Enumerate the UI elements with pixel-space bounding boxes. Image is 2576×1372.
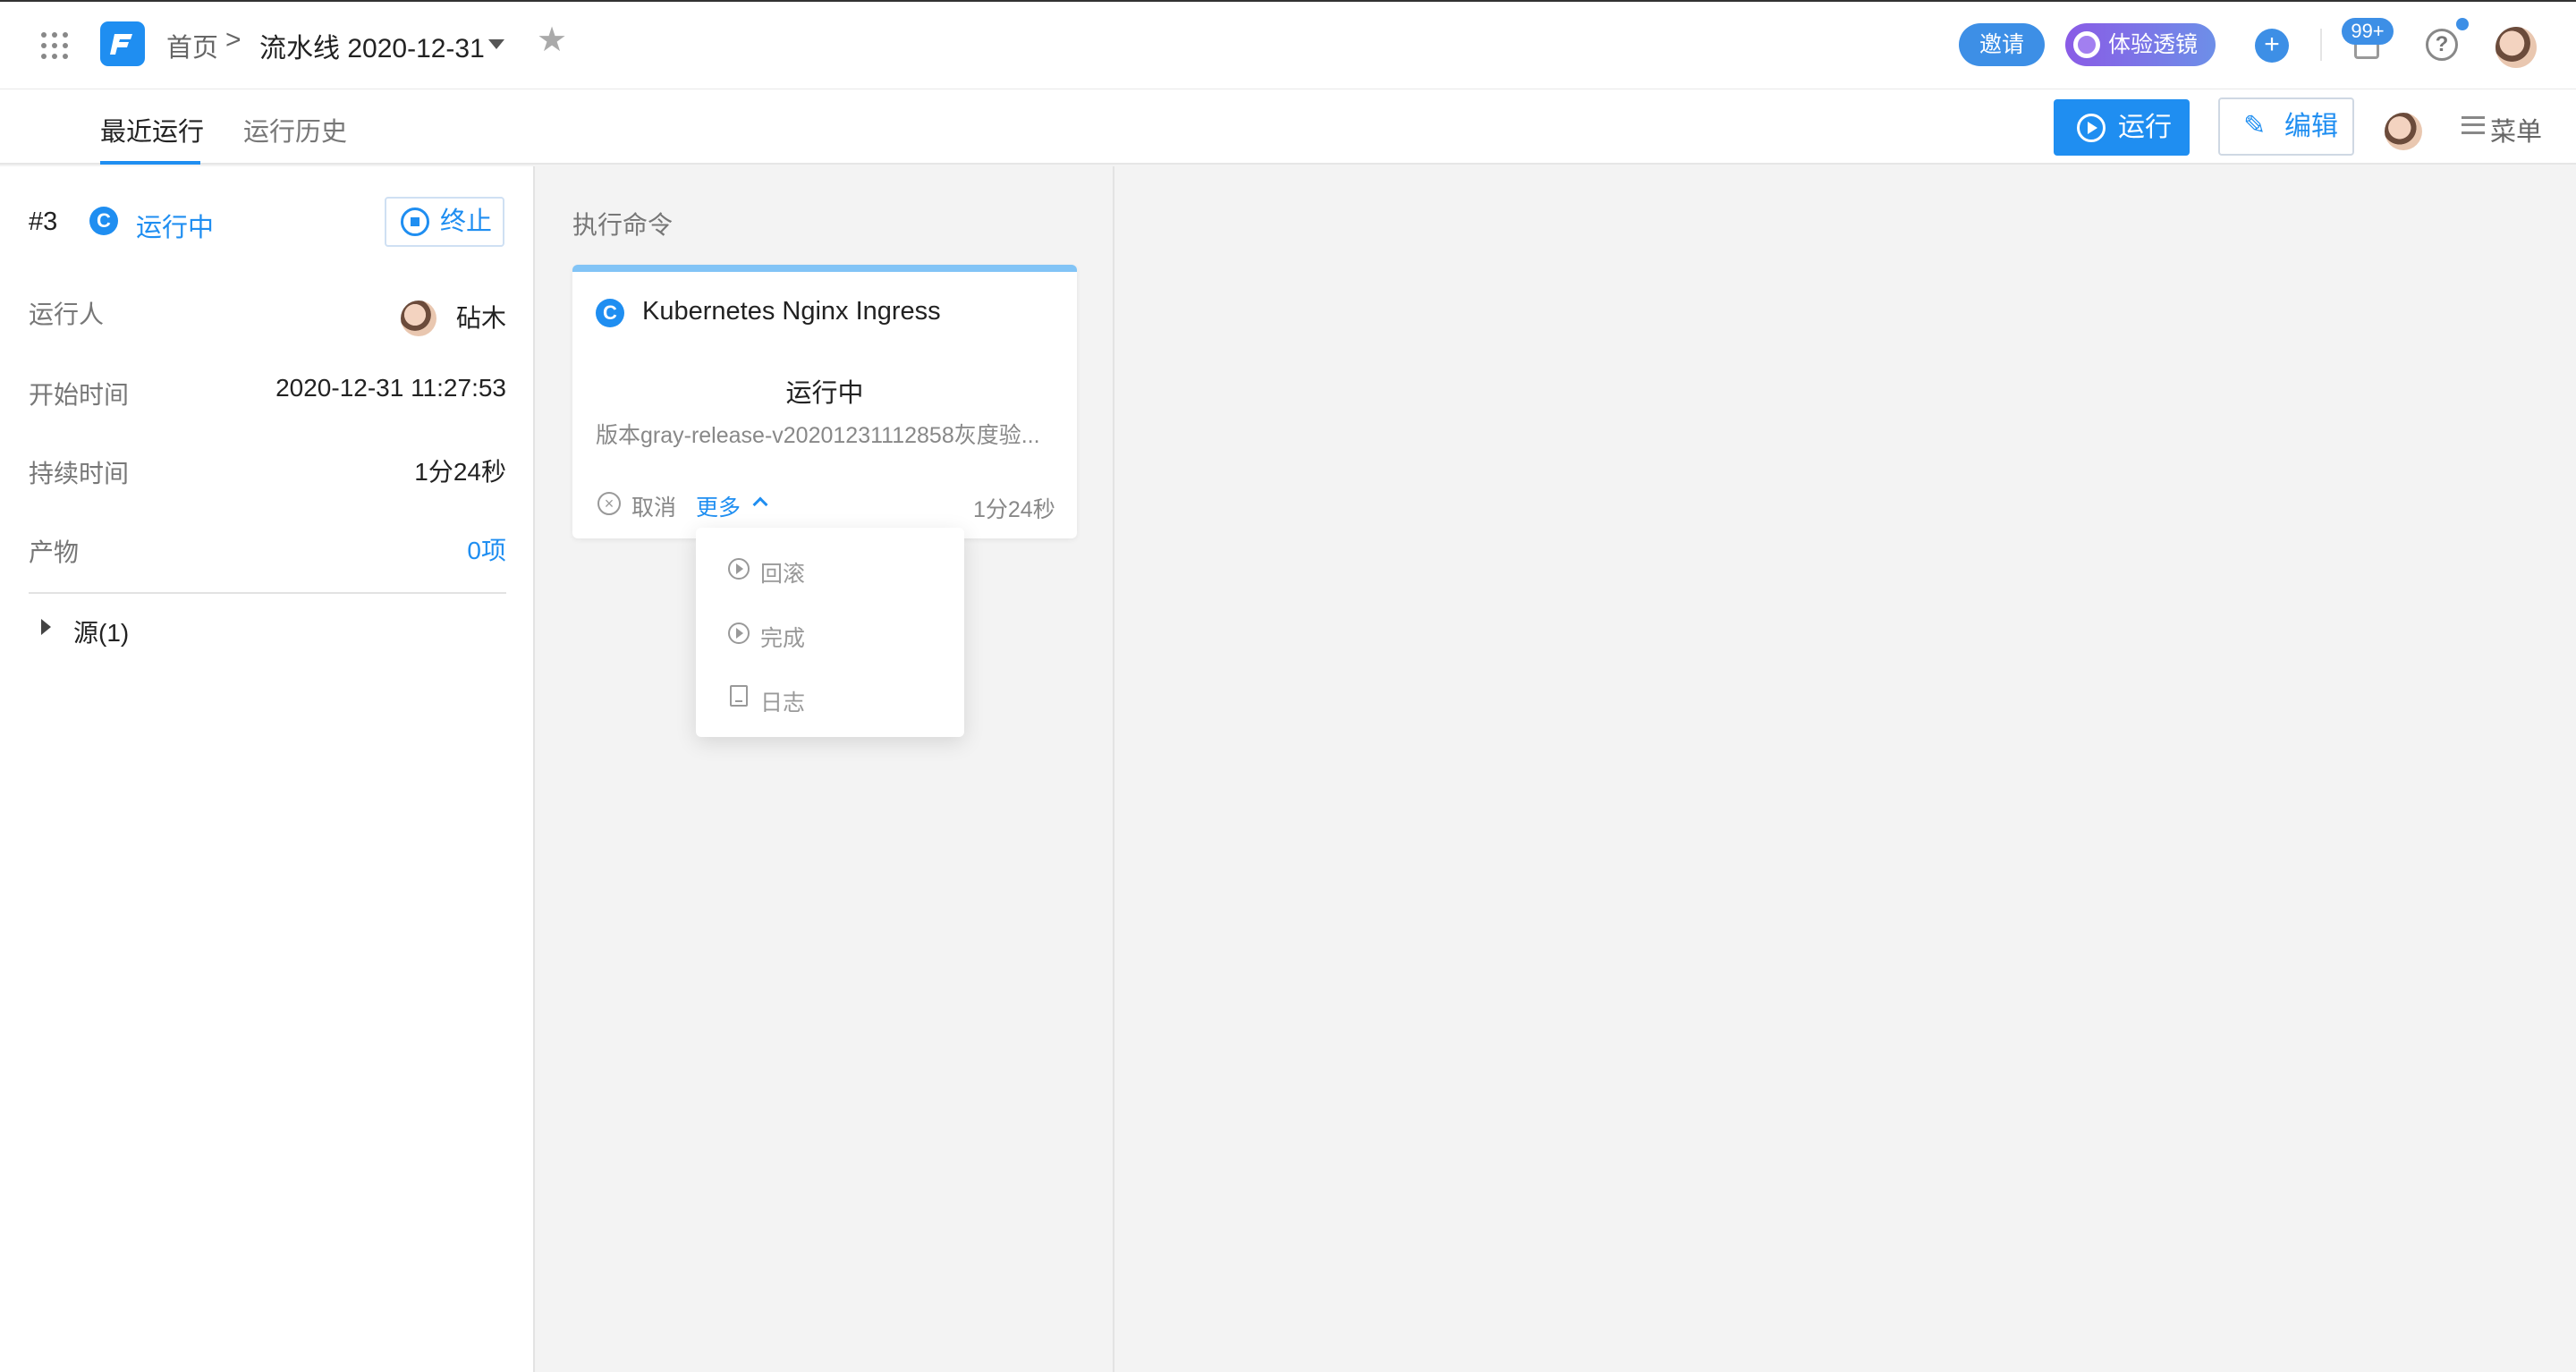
complete-menu-item[interactable]: 完成: [760, 621, 805, 653]
edit-button[interactable]: 编辑: [2218, 97, 2354, 156]
play-circle-icon: [728, 622, 750, 644]
run-info-panel: [0, 166, 535, 1372]
lens-icon: [2073, 31, 2100, 58]
divider: [2320, 29, 2322, 61]
run-status: 运行中: [136, 214, 215, 242]
tab-run-history[interactable]: 运行历史: [243, 111, 347, 148]
start-time-label: 开始时间: [29, 381, 130, 409]
start-time-value: 2020-12-31 11:27:53: [275, 374, 506, 402]
runner-label: 运行人: [29, 301, 105, 328]
breadcrumb-home[interactable]: 首页: [166, 27, 218, 64]
book-icon: [730, 685, 748, 707]
cancel-button[interactable]: 取消: [631, 490, 676, 522]
cancel-icon[interactable]: ×: [597, 492, 621, 515]
help-dot: [2456, 18, 2469, 30]
run-button[interactable]: 运行: [2054, 99, 2190, 156]
tab-recent-runs[interactable]: 最近运行: [100, 111, 204, 148]
help-icon[interactable]: ?: [2426, 29, 2458, 61]
running-status-icon: C: [89, 207, 118, 235]
artifacts-label: 产物: [29, 538, 80, 566]
runner-value: 砧木: [455, 304, 506, 332]
play-circle-icon: [728, 558, 750, 580]
app-grid-icon[interactable]: [41, 32, 68, 59]
active-tab-indicator: [100, 161, 200, 165]
duration-label: 持续时间: [29, 460, 130, 487]
task-status: 运行中: [785, 379, 864, 408]
breadcrumb-separator: >: [225, 25, 242, 55]
more-button[interactable]: 更多: [696, 490, 741, 522]
log-menu-item[interactable]: 日志: [760, 685, 805, 717]
notification-badge: 99+: [2342, 18, 2394, 45]
source-toggle[interactable]: 源(1): [73, 614, 129, 649]
divider: [29, 592, 506, 594]
pencil-icon: ✎: [2243, 111, 2267, 140]
tab-bar: [0, 89, 2576, 165]
run-number: #3: [29, 207, 58, 236]
user-avatar[interactable]: [2496, 27, 2537, 68]
caret-right-icon[interactable]: [41, 619, 51, 635]
play-circle-icon: [2077, 114, 2106, 142]
logo-icon[interactable]: [100, 21, 145, 66]
invite-button[interactable]: 邀请: [1959, 23, 2045, 66]
rollback-menu-item[interactable]: 回滚: [760, 556, 805, 589]
task-name[interactable]: Kubernetes Nginx Ingress: [642, 297, 941, 326]
stop-icon: [401, 207, 429, 236]
members-avatar[interactable]: [2385, 113, 2422, 150]
running-status-icon: C: [596, 299, 624, 327]
menu-button[interactable]: 菜单: [2490, 111, 2542, 148]
stage-title: 执行命令: [572, 211, 674, 239]
pipeline-title[interactable]: 流水线 2020-12-31: [259, 26, 485, 65]
task-description: 版本gray-release-v20201231112858灰度验...: [596, 423, 1040, 448]
star-icon[interactable]: ★: [537, 23, 567, 57]
task-elapsed: 1分24秒: [973, 497, 1055, 522]
chevron-down-icon[interactable]: [488, 39, 504, 49]
duration-value: 1分24秒: [414, 458, 506, 486]
add-icon[interactable]: +: [2255, 29, 2289, 63]
menu-icon[interactable]: [2462, 116, 2485, 134]
artifacts-link[interactable]: 0项: [238, 531, 506, 567]
